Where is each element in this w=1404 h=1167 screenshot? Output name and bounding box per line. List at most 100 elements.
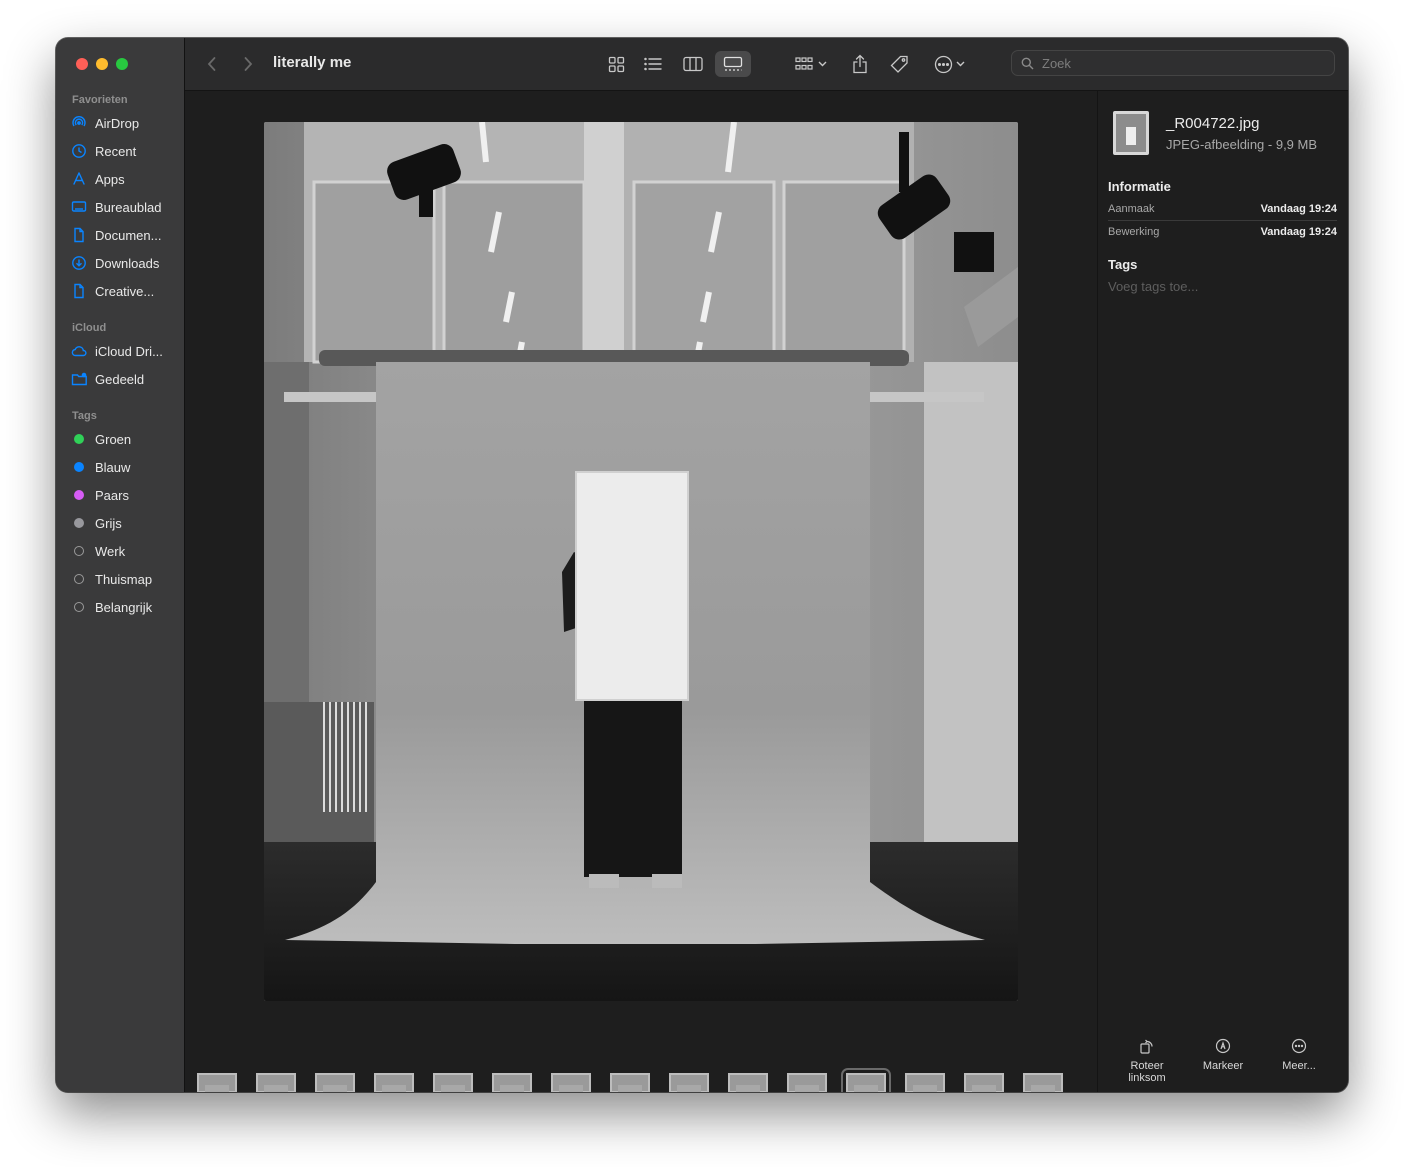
section-title-favorites: Favorieten [72,94,128,106]
more-icon [1291,1038,1307,1054]
column-view-button[interactable] [675,51,711,77]
thumbnail-strip [185,1068,1097,1092]
tag-color-dot [74,490,84,500]
columns-icon [683,56,703,72]
sidebar-item-shared[interactable]: Gedeeld [70,368,180,390]
section-title-tags: Tags [72,410,97,422]
back-button[interactable] [201,51,223,77]
thumbnail[interactable] [315,1073,355,1092]
minimize-button[interactable] [96,58,108,70]
divider [1108,220,1337,221]
rotate-left-icon [1140,1039,1153,1054]
thumbnail[interactable] [197,1073,237,1092]
action-menu-button[interactable] [929,51,969,77]
search-field[interactable] [1011,50,1335,76]
thumbnail[interactable] [433,1073,473,1092]
sidebar-tag-important[interactable]: Belangrijk [70,596,180,618]
thumbnail[interactable] [256,1073,296,1092]
thumbnail[interactable] [905,1073,945,1092]
zoom-button[interactable] [116,58,128,70]
sidebar: Favorieten AirDrop Recent Apps Bureaubla… [56,38,185,1092]
shared-folder-icon [70,370,88,388]
thumbnail[interactable] [787,1073,827,1092]
sidebar-item-recent[interactable]: Recent [70,140,180,162]
gallery-preview-area [185,91,1097,1092]
sidebar-tag-purple[interactable]: Paars [70,484,180,506]
section-title-icloud: iCloud [72,322,107,334]
sidebar-item-label: Paars [95,487,129,503]
tag-button[interactable] [885,51,913,77]
sidebar-tag-home[interactable]: Thuismap [70,568,180,590]
gallery-icon [723,56,743,71]
icon-view-button[interactable] [600,51,632,77]
thumbnail[interactable] [669,1073,709,1092]
list-icon [644,57,662,71]
sidebar-item-label: Belangrijk [95,599,153,615]
photo-image [264,122,1018,1001]
tags-heading: Tags [1108,257,1138,272]
sidebar-tag-green[interactable]: Groen [70,428,180,450]
thumbnail[interactable] [964,1073,1004,1092]
cloud-icon [70,342,88,360]
chevron-down-icon [818,61,827,67]
sidebar-tag-gray[interactable]: Grijs [70,512,180,534]
thumbnail[interactable] [492,1073,532,1092]
sidebar-item-airdrop[interactable]: AirDrop [70,112,180,134]
thumbnail[interactable] [1023,1073,1063,1092]
airdrop-icon [70,114,88,132]
info-key: Bewerking [1108,226,1160,238]
sidebar-tag-work[interactable]: Werk [70,540,180,562]
document-icon [70,282,88,300]
sidebar-item-creative[interactable]: Creative... [70,280,180,302]
window-controls [76,58,128,70]
close-button[interactable] [76,58,88,70]
sidebar-item-icloud-drive[interactable]: iCloud Dri... [70,340,180,362]
ellipsis-circle-icon [934,55,952,73]
tag-color-dot [74,434,84,444]
search-input[interactable] [1040,54,1324,72]
add-tags-field[interactable]: Voeg tags toe... [1108,279,1198,294]
tag-color-dot [74,462,84,472]
action-label: Meer... [1282,1060,1316,1072]
window-title: literally me [273,54,352,71]
document-icon [70,226,88,244]
thumbnail[interactable] [728,1073,768,1092]
sidebar-item-documents[interactable]: Documen... [70,224,180,246]
info-key: Aanmaak [1108,203,1155,215]
sidebar-item-label: Blauw [95,459,131,475]
sidebar-item-label: Groen [95,431,132,447]
sidebar-item-apps[interactable]: Apps [70,168,180,190]
sidebar-tag-blue[interactable]: Blauw [70,456,180,478]
gallery-view-button[interactable] [715,51,751,77]
sidebar-item-label: Downloads [95,255,160,271]
group-by-button[interactable] [791,51,831,77]
clock-icon [70,142,88,160]
thumbnail[interactable] [610,1073,650,1092]
photo-preview[interactable] [264,122,1018,1001]
information-heading: Informatie [1108,179,1171,194]
grid-icon [608,56,624,72]
sidebar-item-label: AirDrop [95,115,140,131]
info-row-created: Aanmaak Vandaag 19:24 [1108,199,1337,219]
rotate-left-button[interactable]: Roteer linksom [1112,1038,1182,1084]
apps-icon [70,170,88,188]
sidebar-item-label: Bureaublad [95,199,162,215]
sidebar-item-label: Creative... [95,283,155,299]
thumbnail[interactable] [551,1073,591,1092]
sidebar-item-label: Gedeeld [95,371,145,387]
sidebar-item-desktop[interactable]: Bureaublad [70,196,180,218]
more-button[interactable]: Meer... [1264,1038,1334,1072]
thumbnail[interactable] [841,1068,891,1092]
share-button[interactable] [847,51,873,77]
sidebar-item-label: Werk [95,543,126,559]
info-value: Vandaag 19:24 [1260,203,1337,215]
file-name: _R004722.jpg [1166,115,1260,132]
sidebar-item-downloads[interactable]: Downloads [70,252,180,274]
list-view-button[interactable] [637,51,669,77]
thumbnail[interactable] [374,1073,414,1092]
markup-button[interactable]: Markeer [1188,1038,1258,1072]
sidebar-item-label: Grijs [95,515,122,531]
sidebar-item-label: Recent [95,143,137,159]
forward-button[interactable] [237,51,259,77]
chevron-down-icon [956,61,964,67]
